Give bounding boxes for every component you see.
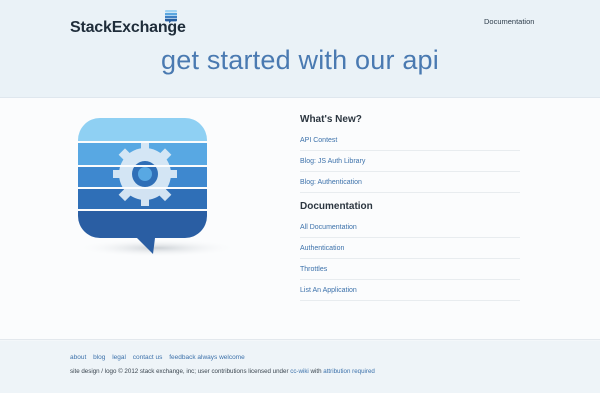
link-api-contest[interactable]: API Contest (300, 130, 520, 151)
page-title: get started with our api (161, 45, 439, 75)
sidebar-links: What's New? API Contest Blog: JS Auth Li… (300, 114, 520, 301)
link-list-an-application[interactable]: List An Application (300, 280, 520, 301)
main-content: What's New? API Contest Blog: JS Auth Li… (0, 98, 600, 340)
link-blog-js-auth-library[interactable]: Blog: JS Auth Library (300, 151, 520, 172)
license-link[interactable]: cc-wiki (290, 368, 309, 375)
api-gear-bubble-icon (77, 118, 237, 257)
attribution-link[interactable]: attribution required (323, 368, 375, 375)
footer-link-feedback[interactable]: feedback always welcome (169, 354, 245, 361)
link-authentication[interactable]: Authentication (300, 238, 520, 259)
documentation-heading: Documentation (300, 201, 373, 212)
link-throttles[interactable]: Throttles (300, 259, 520, 280)
footer-link-about[interactable]: about (70, 354, 86, 361)
site-header: StackExchange Documentation get started … (0, 0, 600, 98)
footer-link-blog[interactable]: blog (93, 354, 105, 361)
link-blog-authentication[interactable]: Blog: Authentication (300, 172, 520, 193)
footer-link-contact-us[interactable]: contact us (133, 354, 163, 361)
nav-documentation-link[interactable]: Documentation (484, 17, 534, 26)
footer-links: about blog legal contact us feedback alw… (70, 354, 250, 361)
link-all-documentation[interactable]: All Documentation (300, 217, 520, 238)
whats-new-heading: What's New? (300, 114, 362, 125)
site-footer: about blog legal contact us feedback alw… (0, 341, 600, 393)
copyright-text: site design / logo © 2012 stack exchange… (70, 368, 375, 375)
stackexchange-logo-icon (165, 10, 177, 24)
footer-link-legal[interactable]: legal (112, 354, 126, 361)
